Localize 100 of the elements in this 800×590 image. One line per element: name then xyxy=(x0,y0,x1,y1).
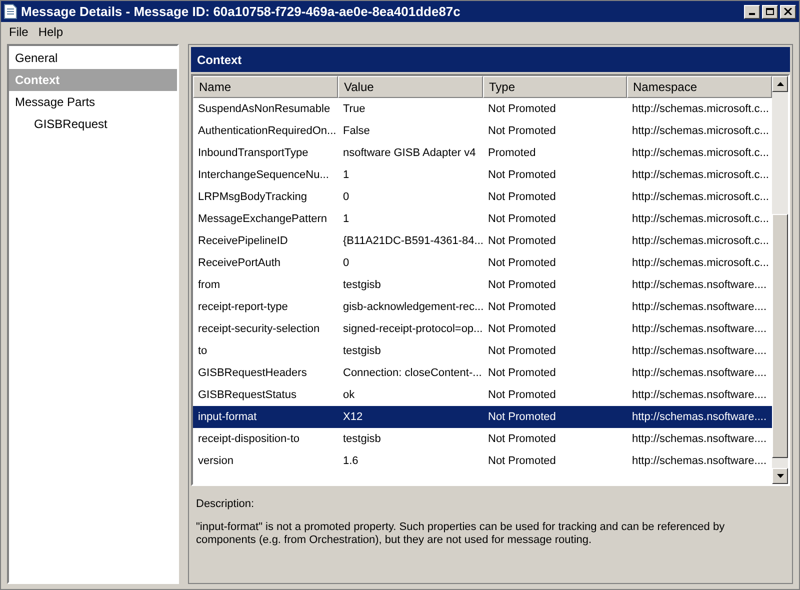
sidebar-item[interactable]: Message Parts xyxy=(9,91,177,113)
table-cell-text: InboundTransportType xyxy=(197,146,310,161)
panel-title: Context xyxy=(197,52,242,68)
table-row[interactable]: LRPMsgBodyTracking 0 Not Promoted http://schemas.microsoft.c... xyxy=(193,186,772,208)
down-arrow-icon xyxy=(776,474,784,478)
table-row[interactable]: input-format X12 Not Promoted http://schemas.nsoftware.... xyxy=(193,406,772,428)
table-cell-text: http://schemas.nsoftware.... xyxy=(631,278,768,293)
table-cell-text: Not Promoted xyxy=(487,322,557,337)
table-row[interactable]: version 1.6 Not Promoted http://schemas.nsoftware.... xyxy=(193,450,772,472)
table-cell-text: ReceivePortAuth xyxy=(197,256,282,271)
table-row[interactable]: GISBRequestStatus ok Not Promoted http://schemas.nsoftware.... xyxy=(193,384,772,406)
table-cell-text: 1.6 xyxy=(342,454,360,469)
table-cell-text: ok xyxy=(342,388,356,403)
table-cell-text: nsoftware GISB Adapter v4 xyxy=(342,146,477,161)
table-cell-text: Not Promoted xyxy=(487,432,557,447)
scroll-thumb[interactable] xyxy=(772,214,788,458)
table-cell-text: Not Promoted xyxy=(487,102,557,117)
table-cell-text: http://schemas.microsoft.c... xyxy=(631,234,770,249)
menu-item[interactable]: Help xyxy=(34,23,68,41)
column-header[interactable]: Value xyxy=(338,76,483,98)
table-cell-text: http://schemas.microsoft.c... xyxy=(631,212,770,227)
table-cell-text: http://schemas.nsoftware.... xyxy=(631,388,768,403)
table-cell-text: Not Promoted xyxy=(487,168,557,183)
table-cell-text: Not Promoted xyxy=(487,124,557,139)
description-label: Description: xyxy=(196,497,256,512)
scroll-up-button[interactable] xyxy=(772,76,788,92)
minimize-button[interactable] xyxy=(744,4,760,18)
table-cell-text: 1 xyxy=(342,168,350,183)
column-header[interactable]: Type xyxy=(483,76,627,98)
table-cell-text: testgisb xyxy=(342,344,382,359)
table-cell-text: http://schemas.microsoft.c... xyxy=(631,124,770,139)
table-row[interactable]: ReceivePipelineID {B11A21DC-B591-4361-84... Not Promoted http://schemas.microsoft.c... xyxy=(193,230,772,252)
sidebar-item[interactable]: General xyxy=(9,47,177,69)
scroll-down-button[interactable] xyxy=(772,468,788,484)
table-cell-text: http://schemas.microsoft.c... xyxy=(631,168,770,183)
table-cell-text: http://schemas.nsoftware.... xyxy=(631,300,768,315)
table-cell-text: http://schemas.microsoft.c... xyxy=(631,190,770,205)
table-cell-text: receipt-disposition-to xyxy=(197,432,300,447)
sidebar-item[interactable]: GISBRequest xyxy=(9,113,177,135)
table-cell-text: input-format xyxy=(197,410,258,425)
table-cell-text: Not Promoted xyxy=(487,388,557,403)
table-cell-text: http://schemas.nsoftware.... xyxy=(631,344,768,359)
table-cell-text: Not Promoted xyxy=(487,366,557,381)
table-cell-text: http://schemas.nsoftware.... xyxy=(631,366,768,381)
table-cell-text: http://schemas.microsoft.c... xyxy=(631,102,770,117)
table-cell-text: testgisb xyxy=(342,432,382,447)
table-cell-text: Not Promoted xyxy=(487,256,557,271)
table-cell-text: Not Promoted xyxy=(487,278,557,293)
table-cell-text: http://schemas.nsoftware.... xyxy=(631,432,768,447)
table-row[interactable]: to testgisb Not Promoted http://schemas.nsoftware.... xyxy=(193,340,772,362)
table-cell-text: Not Promoted xyxy=(487,190,557,205)
table-cell-text: AuthenticationRequiredOn... xyxy=(197,124,338,139)
table-cell-text: 1 xyxy=(342,212,350,227)
table-cell-text: LRPMsgBodyTracking xyxy=(197,190,308,205)
table-cell-text: http://schemas.nsoftware.... xyxy=(631,410,768,425)
table-row[interactable]: receipt-disposition-to testgisb Not Promoted http://schemas.nsoftware.... xyxy=(193,428,772,450)
table-row[interactable]: ReceivePortAuth 0 Not Promoted http://schemas.microsoft.c... xyxy=(193,252,772,274)
scrollbar[interactable] xyxy=(772,76,788,484)
table-cell-text: signed-receipt-protocol=op... xyxy=(342,322,483,337)
table-cell-text: 0 xyxy=(342,256,350,271)
table-cell-text: MessageExchangePattern xyxy=(197,212,328,227)
table-cell-text: from xyxy=(197,278,221,293)
table-cell-text: GISBRequestHeaders xyxy=(197,366,308,381)
table-cell-text: GISBRequestStatus xyxy=(197,388,298,403)
table-cell-text: Not Promoted xyxy=(487,212,557,227)
table-row[interactable]: MessageExchangePattern 1 Not Promoted http://schemas.microsoft.c... xyxy=(193,208,772,230)
table-cell-text: version xyxy=(197,454,234,469)
table-cell-text: Not Promoted xyxy=(487,344,557,359)
document-icon xyxy=(4,4,17,19)
table-cell-text: SuspendAsNonResumable xyxy=(197,102,332,117)
close-button[interactable] xyxy=(780,4,796,18)
table-cell-text: http://schemas.nsoftware.... xyxy=(631,322,768,337)
table-row[interactable]: receipt-security-selection signed-receipt-protocol=op... Not Promoted http://schemas.nsoftware.... xyxy=(193,318,772,340)
table-cell-text: testgisb xyxy=(342,278,382,293)
up-arrow-icon xyxy=(776,82,784,86)
table-cell-text: Connection: closeContent-... xyxy=(342,366,483,381)
table-cell-text: X12 xyxy=(342,410,364,425)
description-text: "input-format" is not a promoted property. Such properties can be used for tracking and can be referenced by components (e.g. from Orchestration), but they are not used for message routing. xyxy=(196,520,726,546)
menu-item[interactable]: File xyxy=(5,23,32,41)
table-cell-text: True xyxy=(342,102,366,117)
table-cell-text: gisb-acknowledgement-rec... xyxy=(342,300,483,315)
table-row[interactable]: InboundTransportType nsoftware GISB Adapter v4 Promoted http://schemas.microsoft.c... xyxy=(193,142,772,164)
table-cell-text: receipt-report-type xyxy=(197,300,289,315)
table-row[interactable]: InterchangeSequenceNu... 1 Not Promoted http://schemas.microsoft.c... xyxy=(193,164,772,186)
table-row[interactable]: SuspendAsNonResumable True Not Promoted http://schemas.microsoft.c... xyxy=(193,98,772,120)
table-row[interactable]: GISBRequestHeaders Connection: closeContent-... Not Promoted http://schemas.nsoftware.... xyxy=(193,362,772,384)
column-header[interactable]: Name xyxy=(193,76,338,98)
table-row[interactable]: from testgisb Not Promoted http://schemas.nsoftware.... xyxy=(193,274,772,296)
column-header[interactable]: Namespace xyxy=(627,76,772,98)
table-row[interactable]: receipt-report-type gisb-acknowledgement-rec... Not Promoted http://schemas.nsoftware.... xyxy=(193,296,772,318)
table-row[interactable]: AuthenticationRequiredOn... False Not Promoted http://schemas.microsoft.c... xyxy=(193,120,772,142)
maximize-button[interactable] xyxy=(762,4,778,18)
table-cell-text: 0 xyxy=(342,190,350,205)
table-cell-text: Promoted xyxy=(487,146,537,161)
table-cell-text: {B11A21DC-B591-4361-84... xyxy=(342,234,483,249)
table-cell-text: InterchangeSequenceNu... xyxy=(197,168,330,183)
table-cell-text: http://schemas.nsoftware.... xyxy=(631,454,768,469)
table-cell-text: Not Promoted xyxy=(487,234,557,249)
table-cell-text: False xyxy=(342,124,371,139)
table-cell-text: Not Promoted xyxy=(487,300,557,315)
